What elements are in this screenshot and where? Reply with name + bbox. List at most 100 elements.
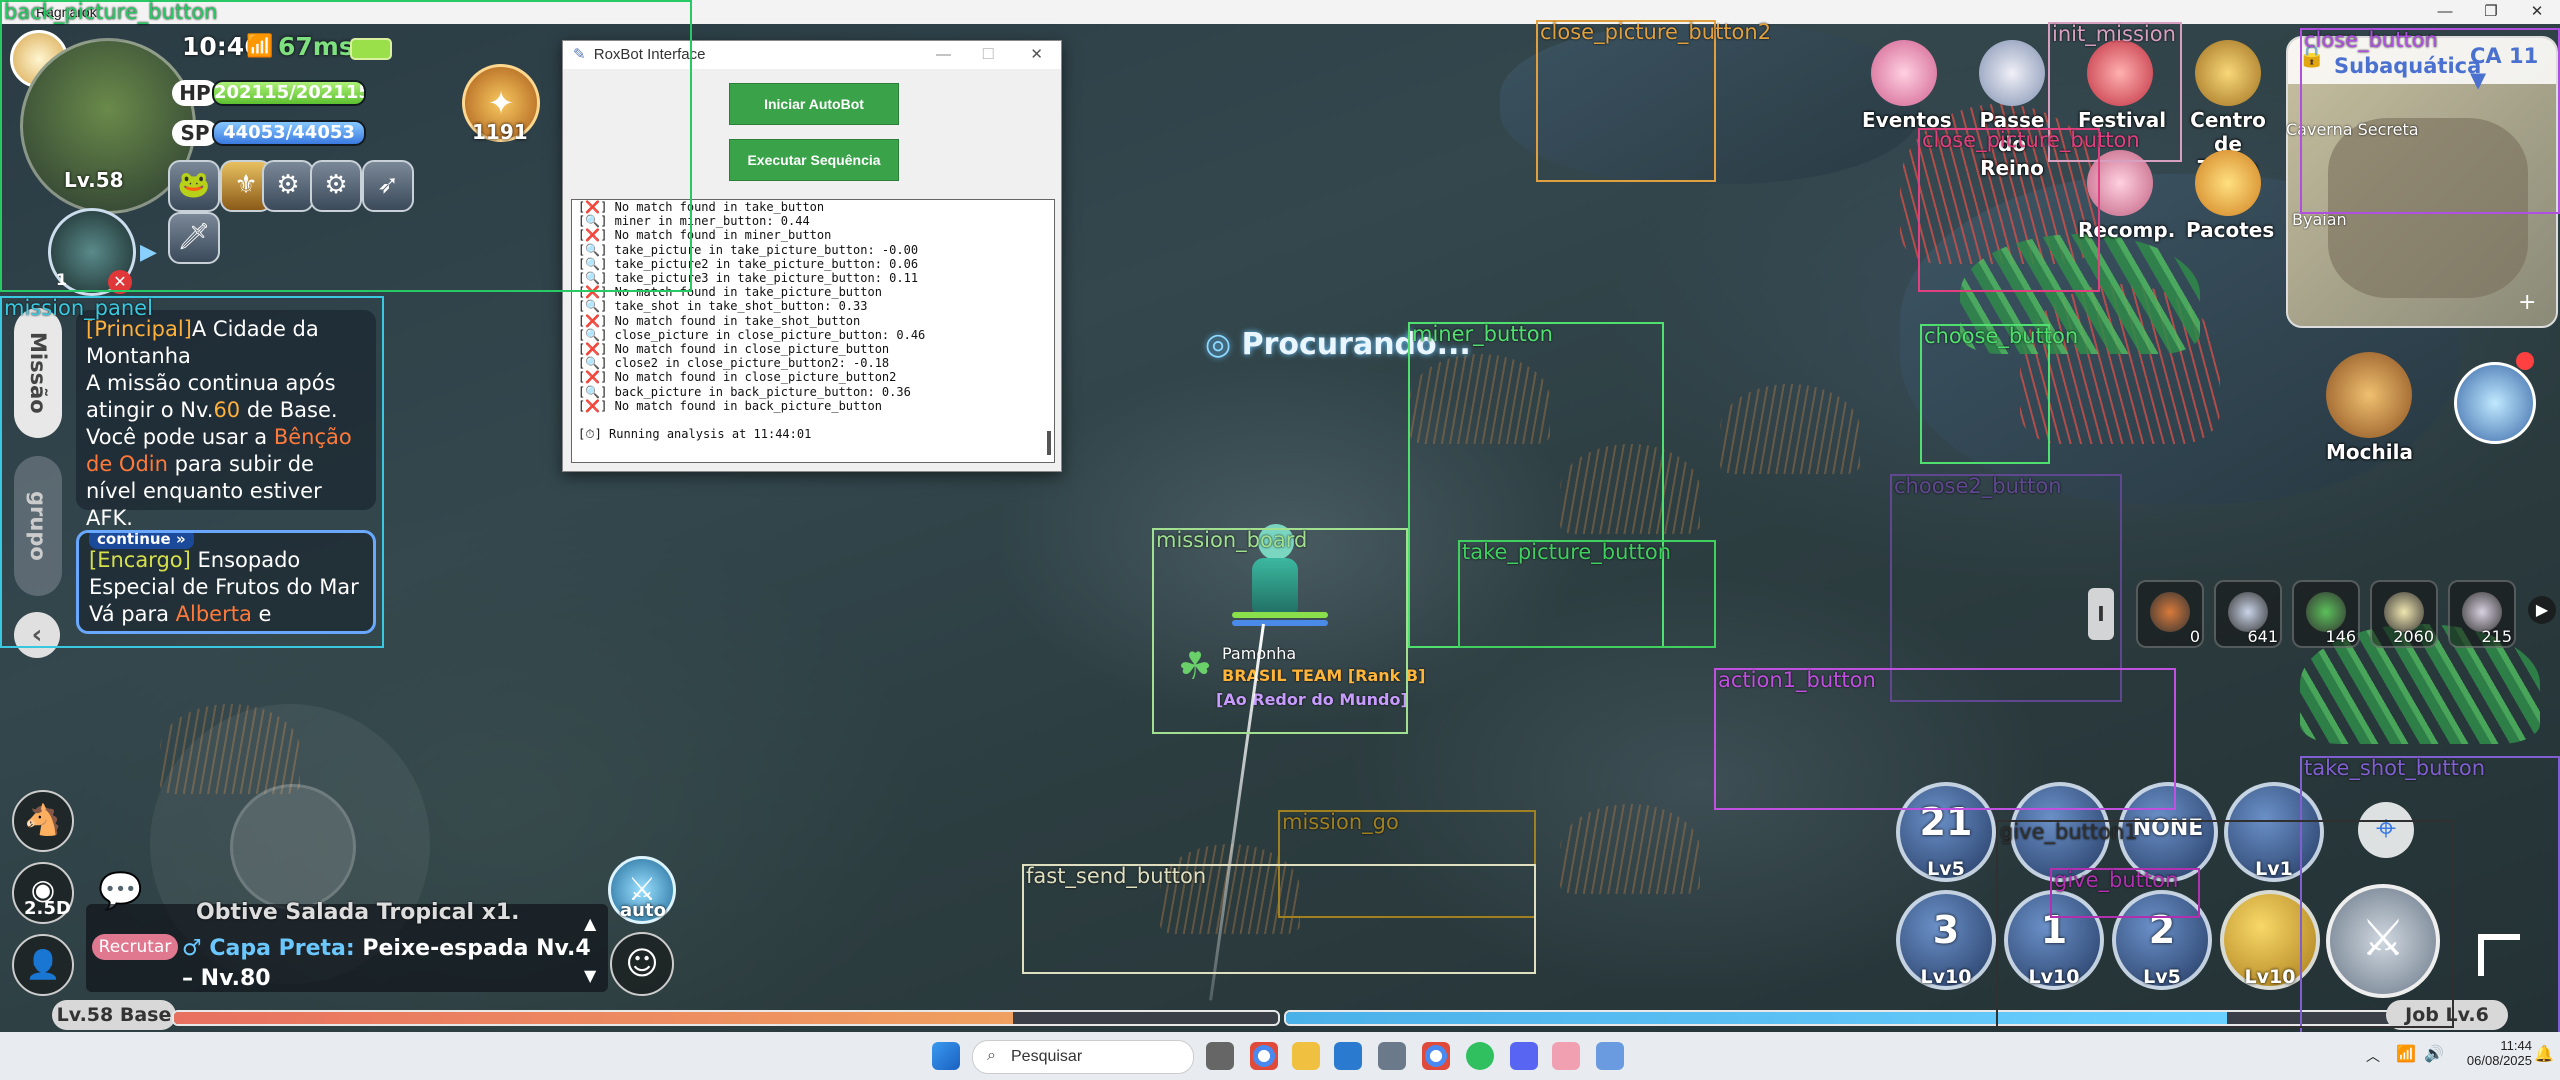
base-exp-bar — [172, 1010, 1280, 1026]
detection-label: mission_panel — [4, 296, 153, 320]
notification-bell-icon[interactable]: 🔔 — [2534, 1044, 2554, 1064]
detection-label: take_shot_button — [2304, 756, 2486, 780]
detection-label: miner_button — [1412, 322, 1553, 346]
detection-box-close-button: close_button — [2300, 28, 2560, 214]
scenery-grass — [1560, 804, 1700, 894]
chat-scroll-down-icon[interactable]: ▼ — [584, 966, 596, 985]
base-exp-fill — [174, 1012, 1014, 1024]
academy-icon[interactable] — [2454, 362, 2536, 444]
whatsapp-icon[interactable] — [1466, 1042, 1494, 1070]
file-explorer-icon[interactable] — [1292, 1042, 1320, 1070]
mount-icon[interactable]: 🐴 — [12, 790, 74, 852]
detection-label: take_picture_button — [1462, 540, 1672, 564]
skill-charges: 3 — [1932, 908, 1960, 952]
camera-zoom: 2.5D — [24, 898, 71, 919]
detection-label: init_mission — [2052, 22, 2176, 46]
skill-button[interactable]: 3 Lv10 — [1896, 890, 1996, 990]
detection-box-close-picture-button: close_picture_button — [1918, 128, 2140, 292]
roxbot-minimize-icon[interactable]: — — [936, 41, 951, 69]
close-icon[interactable]: ✕ — [2514, 0, 2560, 24]
detection-label: close_button — [2304, 28, 2438, 52]
events-button[interactable]: Eventos — [1862, 40, 1952, 132]
roxbot-maximize-icon[interactable]: ☐ — [982, 41, 995, 69]
item-slot[interactable]: 215 — [2448, 580, 2516, 648]
run-sequence-button[interactable]: Executar Sequência — [729, 139, 899, 181]
item-bar-next-icon[interactable]: ▶ — [2528, 596, 2556, 624]
log-line: [❌] No match found in take_shot_button — [578, 313, 861, 328]
minimize-icon[interactable]: — — [2422, 0, 2468, 24]
roxbot-app-icon[interactable] — [1596, 1042, 1624, 1070]
male-icon: ♂ — [182, 936, 202, 961]
detection-label: back_picture_button — [4, 0, 218, 24]
chat-sender: Capa Preta: — [209, 936, 355, 961]
character-icon[interactable]: 👤 — [12, 934, 74, 996]
detection-box-action1-button: action1_button — [1714, 668, 2176, 810]
log-line: [⏱] Running analysis at 11:44:01 — [578, 427, 812, 442]
detection-box-give-button: give_button — [2050, 868, 2200, 918]
log-line: [🔍] close_picture in close_picture_butto… — [578, 327, 926, 342]
detection-box-choose-button: choose_button — [1920, 324, 2078, 464]
search-icon: ⌕ — [987, 1047, 996, 1064]
detection-label: close_picture_button — [1922, 128, 2140, 152]
skill-level: Lv5 — [1927, 858, 1965, 880]
chrome-profile-icon[interactable] — [1422, 1042, 1450, 1070]
detection-box-fast-send-button: fast_send_button — [1022, 864, 1536, 974]
windows-taskbar: ⌕ Pesquisar ︿ 📶 🔊 11:44 06/08/2025 🔔 — [0, 1032, 2560, 1080]
item-slot[interactable]: 2060 — [2370, 580, 2438, 648]
log-line: [🔍] close2 in close_picture_button2: -0.… — [578, 356, 890, 371]
detection-label: choose_button — [1924, 324, 2079, 348]
detection-label: mission_board — [1156, 528, 1308, 552]
tray-chevron-icon[interactable]: ︿ — [2366, 1046, 2380, 1066]
log-line: [❌] No match found in close_picture_butt… — [578, 370, 897, 385]
notification-dot — [2516, 352, 2534, 370]
item-slot[interactable]: 146 — [2292, 580, 2360, 648]
log-line: [❌] No match found in back_picture_butto… — [578, 398, 882, 413]
chat-line-recruit: ♂ Capa Preta: Peixe-espada Nv.4 – Nv.80 — [182, 934, 602, 994]
wifi-tray-icon[interactable]: 📶 — [2396, 1044, 2416, 1064]
maximize-icon[interactable]: ❐ — [2468, 0, 2514, 24]
detection-label: fast_send_button — [1026, 864, 1207, 888]
ragnarok-app-icon[interactable] — [1552, 1042, 1580, 1070]
detection-label: close_picture_button2 — [1540, 20, 1772, 44]
chat-line-system: Obtive Salada Tropical x1. — [196, 900, 520, 925]
expand-map-icon[interactable]: + — [2518, 290, 2536, 315]
settings-icon[interactable] — [1378, 1042, 1406, 1070]
chat-scroll-up-icon[interactable]: ▲ — [584, 914, 596, 933]
base-level-label: Lv.58 Base — [52, 1000, 176, 1030]
detection-label: give_button1 — [2000, 820, 2138, 844]
log-line: [🔍] back_picture in back_picture_button:… — [578, 384, 911, 399]
bag-button[interactable]: Mochila — [2326, 352, 2413, 464]
taskbar-clock[interactable]: 11:44 06/08/2025 — [2462, 1038, 2532, 1068]
joystick-knob[interactable] — [230, 784, 356, 910]
volume-icon[interactable]: 🔊 — [2424, 1044, 2444, 1064]
item-slot[interactable]: 0 — [2136, 580, 2204, 648]
taskbar-search-text: Pesquisar — [1011, 1048, 1083, 1065]
roxbot-close-icon[interactable]: ✕ — [1030, 41, 1043, 69]
log-scrollbar[interactable] — [1047, 431, 1051, 455]
detection-box-give-button1: give_button1 — [1996, 820, 2454, 1028]
taskbar-search[interactable]: ⌕ Pesquisar — [972, 1040, 1194, 1074]
detection-label: mission_go — [1282, 810, 1399, 834]
packages-button[interactable]: Pacotes — [2186, 150, 2274, 242]
skill-level: Lv10 — [1920, 966, 1972, 988]
start-menu-icon[interactable] — [932, 1042, 960, 1070]
task-view-icon[interactable] — [1206, 1042, 1234, 1070]
item-slot[interactable]: 641 — [2214, 580, 2282, 648]
vscode-icon[interactable] — [1334, 1042, 1362, 1070]
detection-box-mission-board: mission_board — [1152, 528, 1408, 734]
recruit-badge[interactable]: Recrutar — [92, 934, 178, 960]
emote-icon[interactable]: ☺ — [610, 932, 674, 996]
detection-box-take-picture-button: take_picture_button — [1458, 540, 1716, 648]
detection-label: choose2_button — [1894, 474, 2062, 498]
detection-box-back-picture-button: back_picture_button — [0, 0, 692, 292]
detection-label: action1_button — [1718, 668, 1876, 692]
scenery-grass — [1720, 384, 1860, 474]
discord-icon[interactable] — [1510, 1042, 1538, 1070]
chrome-icon[interactable] — [1250, 1042, 1278, 1070]
detection-box-mission-panel: mission_panel — [0, 296, 384, 648]
log-line: [❌] No match found in close_picture_butt… — [578, 342, 890, 357]
start-autobot-button[interactable]: Iniciar AutoBot — [729, 83, 899, 125]
detection-box-close-picture-button2: close_picture_button2 — [1536, 20, 1771, 182]
search-spinner-icon: ◎ — [1205, 327, 1242, 362]
